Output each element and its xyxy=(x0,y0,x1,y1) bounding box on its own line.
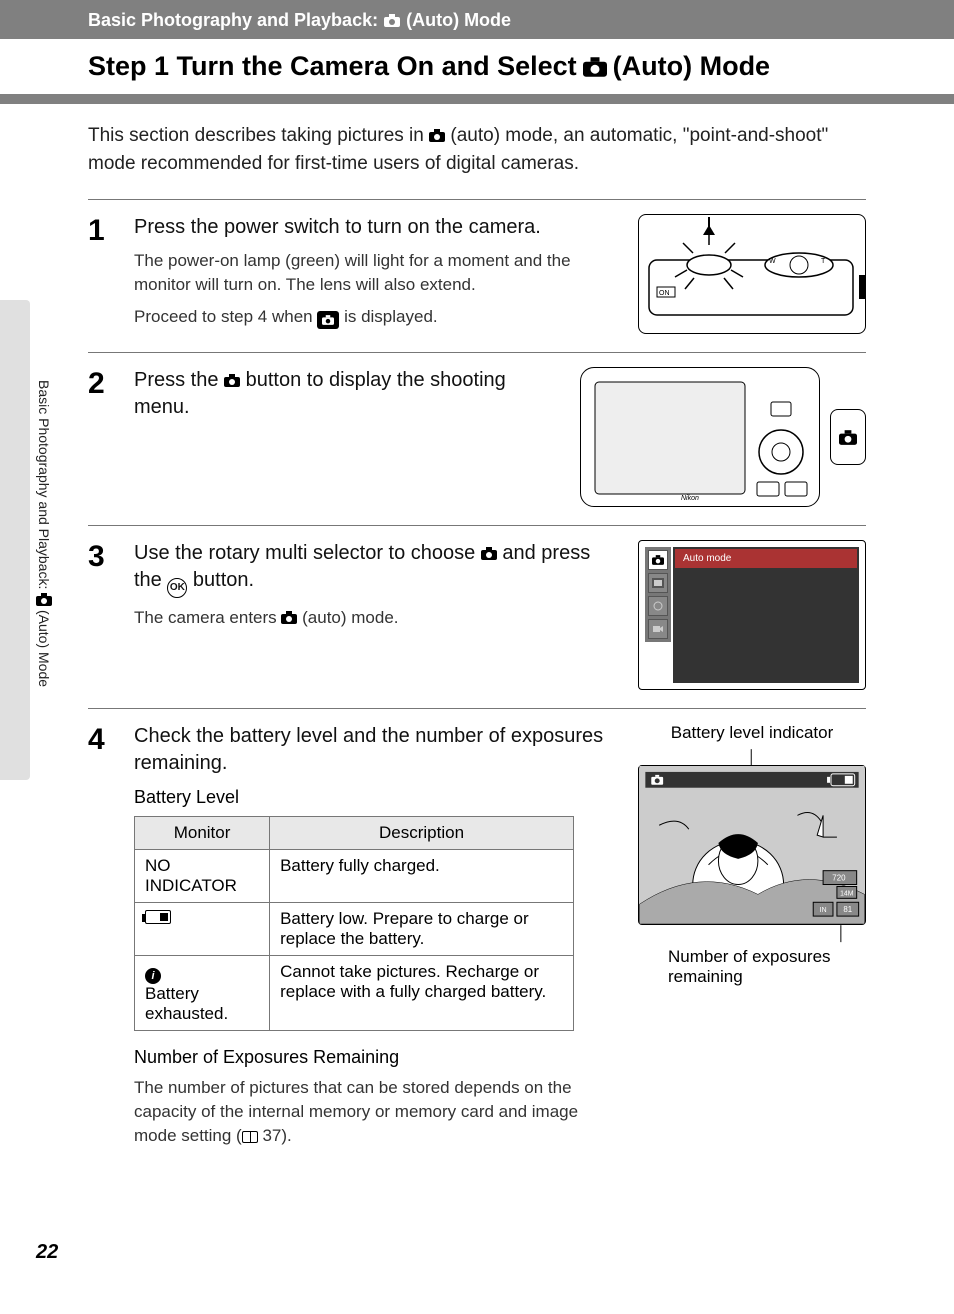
cell: NO INDICATOR xyxy=(135,850,270,903)
camera-icon xyxy=(224,374,240,387)
battery-low-icon xyxy=(145,910,171,924)
camera-back-illustration: Nikon xyxy=(580,367,820,507)
svg-text:ON: ON xyxy=(659,290,670,297)
table-header-monitor: Monitor xyxy=(135,817,270,850)
cell: Cannot take pictures. Recharge or replac… xyxy=(270,956,574,1031)
camera-icon xyxy=(384,14,400,27)
camera-icon xyxy=(281,611,297,624)
camera-icon xyxy=(429,129,445,142)
intro-a: This section describes taking pictures i… xyxy=(88,125,429,146)
cell: Battery low. Prepare to charge or replac… xyxy=(270,903,574,956)
exposures-heading: Number of Exposures Remaining xyxy=(134,1047,620,1068)
side-tab xyxy=(0,300,30,780)
step-heading: Use the rotary multi selector to choose … xyxy=(134,542,590,591)
cell-battery-low-icon xyxy=(135,903,270,956)
svg-text:720: 720 xyxy=(832,874,846,883)
svg-text:14M: 14M xyxy=(840,890,854,897)
t: 37). xyxy=(258,1126,292,1145)
intro-text: This section describes taking pictures i… xyxy=(88,122,866,177)
t: Press the xyxy=(134,369,224,391)
callout-line: │ xyxy=(638,749,866,765)
book-icon xyxy=(242,1131,258,1143)
table-row: iBattery exhausted. Cannot take pictures… xyxy=(135,956,574,1031)
mode-button-callout xyxy=(830,409,866,465)
title-prefix: Step 1 Turn the Camera On and Select xyxy=(88,51,577,82)
callout-line: │ xyxy=(638,925,866,941)
t: The camera enters xyxy=(134,608,281,627)
cell: Battery fully charged. xyxy=(270,850,574,903)
info-icon: i xyxy=(145,968,161,984)
step-number: 4 xyxy=(88,723,116,757)
camera-mode-icon xyxy=(317,311,339,329)
header-band: Basic Photography and Playback: (Auto) M… xyxy=(0,0,954,104)
battery-indicator-label: Battery level indicator xyxy=(638,723,866,743)
side-text-a: Basic Photography and Playback: xyxy=(36,380,52,589)
menu-tab-movie xyxy=(648,619,668,639)
breadcrumb-prefix: Basic Photography and Playback: xyxy=(88,10,378,31)
step-4: 4 Check the battery level and the number… xyxy=(88,708,866,1165)
menu-tab-auto xyxy=(648,550,668,570)
menu-row-auto: Auto mode xyxy=(675,549,857,568)
step-heading: Check the battery level and the number o… xyxy=(134,725,603,774)
step-desc: The power-on lamp (green) will light for… xyxy=(134,249,620,297)
step-number: 3 xyxy=(88,540,116,574)
t: is displayed. xyxy=(339,307,437,326)
table-header-description: Description xyxy=(270,817,574,850)
step-3: 3 Use the rotary multi selector to choos… xyxy=(88,525,866,708)
step-1: 1 Press the power switch to turn on the … xyxy=(88,199,866,352)
camera-icon xyxy=(839,430,857,445)
step-number: 1 xyxy=(88,214,116,248)
camera-icon xyxy=(481,547,497,560)
menu-tab-scene xyxy=(648,573,668,593)
t: (auto) mode. xyxy=(297,608,398,627)
lcd-illustration: 720 14M IN 81 xyxy=(638,765,866,925)
page-number: 22 xyxy=(36,1241,58,1264)
side-tab-text: Basic Photography and Playback: (Auto) M… xyxy=(36,380,52,687)
step-2: 2 Press the button to display the shooti… xyxy=(88,352,866,525)
svg-text:81: 81 xyxy=(843,905,852,914)
table-row: NO INDICATOR Battery fully charged. xyxy=(135,850,574,903)
exposures-remaining-label: Number of exposures remaining xyxy=(638,947,866,987)
camera-top-illustration: ON W T xyxy=(638,214,866,334)
side-text-b: (Auto) Mode xyxy=(36,610,52,687)
step-heading: Press the power switch to turn on the ca… xyxy=(134,216,541,238)
t: Use the rotary multi selector to choose xyxy=(134,542,481,564)
step-heading: Press the button to display the shooting… xyxy=(134,369,506,418)
step-desc: The camera enters (auto) mode. xyxy=(134,606,620,630)
menu-illustration: Auto mode xyxy=(638,540,866,690)
cell-battery-exhausted: iBattery exhausted. xyxy=(135,956,270,1031)
page-title: Step 1 Turn the Camera On and Select (Au… xyxy=(0,39,954,94)
camera-icon xyxy=(36,593,52,606)
battery-level-table: Monitor Description NO INDICATOR Battery… xyxy=(134,816,574,1031)
t: button. xyxy=(187,569,254,591)
ok-button-icon: OK xyxy=(167,578,187,598)
svg-text:IN: IN xyxy=(820,907,827,914)
breadcrumb: Basic Photography and Playback: (Auto) M… xyxy=(88,10,954,31)
step-desc-2: Proceed to step 4 when is displayed. xyxy=(134,305,620,329)
svg-text:T: T xyxy=(821,258,826,265)
battery-level-heading: Battery Level xyxy=(134,787,620,808)
menu-tab-smile xyxy=(648,596,668,616)
camera-icon xyxy=(583,57,607,77)
breadcrumb-suffix: (Auto) Mode xyxy=(406,10,511,31)
svg-text:Nikon: Nikon xyxy=(681,495,699,502)
step-number: 2 xyxy=(88,367,116,401)
t: Proceed to step 4 when xyxy=(134,307,317,326)
exposures-body: The number of pictures that can be store… xyxy=(134,1076,620,1147)
svg-text:W: W xyxy=(769,258,776,265)
table-row: Battery low. Prepare to charge or replac… xyxy=(135,903,574,956)
t: The number of pictures that can be store… xyxy=(134,1078,578,1145)
title-suffix: (Auto) Mode xyxy=(613,51,770,82)
t: Battery exhausted. xyxy=(145,984,228,1023)
